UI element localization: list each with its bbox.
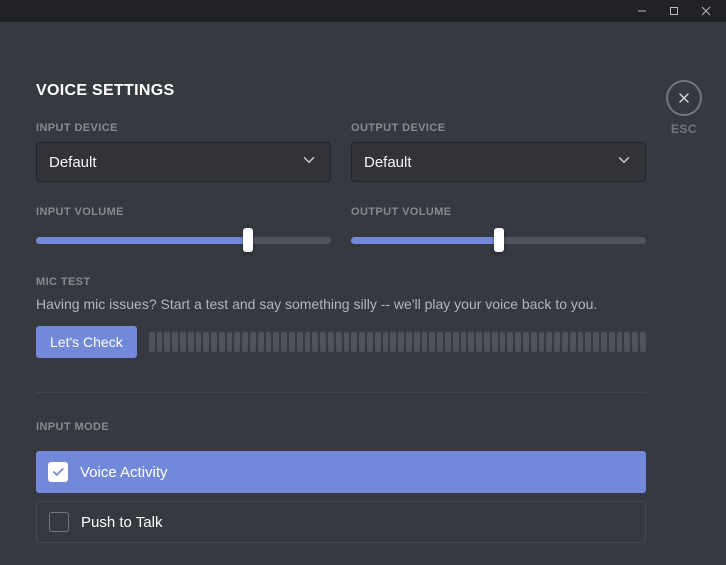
chevron-down-icon (615, 151, 633, 173)
input-mode-option-push-to-talk[interactable]: Push to Talk (36, 501, 646, 543)
mic-level-meter (149, 332, 646, 352)
output-volume-slider[interactable] (351, 228, 646, 252)
close-settings-button[interactable] (666, 80, 702, 116)
meter-bar (546, 332, 552, 352)
meter-bar (157, 332, 163, 352)
meter-bar (219, 332, 225, 352)
input-mode-option-label: Push to Talk (81, 514, 162, 531)
settings-panel: ESC VOICE SETTINGS INPUT DEVICE Default … (0, 22, 726, 565)
meter-bar (180, 332, 186, 352)
input-mode-option-label: Voice Activity (80, 464, 168, 481)
meter-bar (617, 332, 623, 352)
meter-bar (531, 332, 537, 352)
meter-bar (305, 332, 311, 352)
meter-bar (227, 332, 233, 352)
meter-bar (593, 332, 599, 352)
page-title: VOICE SETTINGS (36, 82, 646, 100)
meter-bar (242, 332, 248, 352)
window-minimize-button[interactable] (628, 0, 656, 22)
meter-bar (258, 332, 264, 352)
meter-bar (445, 332, 451, 352)
output-device-value: Default (364, 154, 412, 171)
meter-bar (554, 332, 560, 352)
meter-bar (492, 332, 498, 352)
window-titlebar (0, 0, 726, 22)
close-icon (676, 90, 692, 106)
window-close-button[interactable] (692, 0, 720, 22)
meter-bar (312, 332, 318, 352)
meter-bar (609, 332, 615, 352)
meter-bar (398, 332, 404, 352)
input-device-select[interactable]: Default (36, 142, 331, 182)
meter-bar (351, 332, 357, 352)
meter-bar (328, 332, 334, 352)
meter-bar (273, 332, 279, 352)
meter-bar (172, 332, 178, 352)
meter-bar (453, 332, 459, 352)
meter-bar (507, 332, 513, 352)
input-volume-label: INPUT VOLUME (36, 206, 331, 218)
meter-bar (289, 332, 295, 352)
meter-bar (234, 332, 240, 352)
meter-bar (523, 332, 529, 352)
meter-bar (383, 332, 389, 352)
meter-bar (414, 332, 420, 352)
input-device-value: Default (49, 154, 97, 171)
meter-bar (266, 332, 272, 352)
window-maximize-button[interactable] (660, 0, 688, 22)
meter-bar (484, 332, 490, 352)
meter-bar (336, 332, 342, 352)
meter-bar (320, 332, 326, 352)
meter-bar (570, 332, 576, 352)
meter-bar (188, 332, 194, 352)
meter-bar (164, 332, 170, 352)
input-mode-label: INPUT MODE (36, 421, 646, 433)
meter-bar (640, 332, 646, 352)
mic-test-button[interactable]: Let's Check (36, 326, 137, 358)
output-device-select[interactable]: Default (351, 142, 646, 182)
meter-bar (562, 332, 568, 352)
meter-bar (281, 332, 287, 352)
meter-bar (375, 332, 381, 352)
meter-bar (539, 332, 545, 352)
meter-bar (250, 332, 256, 352)
section-divider (36, 392, 646, 393)
esc-hint: ESC (664, 122, 704, 136)
meter-bar (601, 332, 607, 352)
meter-bar (390, 332, 396, 352)
meter-bar (367, 332, 373, 352)
input-mode-option-voice-activity[interactable]: Voice Activity (36, 451, 646, 493)
meter-bar (203, 332, 209, 352)
meter-bar (515, 332, 521, 352)
meter-bar (476, 332, 482, 352)
output-device-label: OUTPUT DEVICE (351, 122, 646, 134)
mic-test-description: Having mic issues? Start a test and say … (36, 296, 646, 312)
meter-bar (196, 332, 202, 352)
chevron-down-icon (300, 151, 318, 173)
input-volume-slider[interactable] (36, 228, 331, 252)
output-volume-label: OUTPUT VOLUME (351, 206, 646, 218)
meter-bar (500, 332, 506, 352)
meter-bar (437, 332, 443, 352)
checkbox-unchecked-icon (49, 512, 69, 532)
input-device-label: INPUT DEVICE (36, 122, 331, 134)
meter-bar (211, 332, 217, 352)
mic-test-label: MIC TEST (36, 276, 646, 288)
meter-bar (578, 332, 584, 352)
meter-bar (422, 332, 428, 352)
checkbox-checked-icon (48, 462, 68, 482)
meter-bar (585, 332, 591, 352)
meter-bar (461, 332, 467, 352)
meter-bar (468, 332, 474, 352)
meter-bar (406, 332, 412, 352)
meter-bar (429, 332, 435, 352)
close-settings-region: ESC (664, 80, 704, 136)
meter-bar (344, 332, 350, 352)
meter-bar (359, 332, 365, 352)
meter-bar (624, 332, 630, 352)
meter-bar (297, 332, 303, 352)
meter-bar (632, 332, 638, 352)
meter-bar (149, 332, 155, 352)
